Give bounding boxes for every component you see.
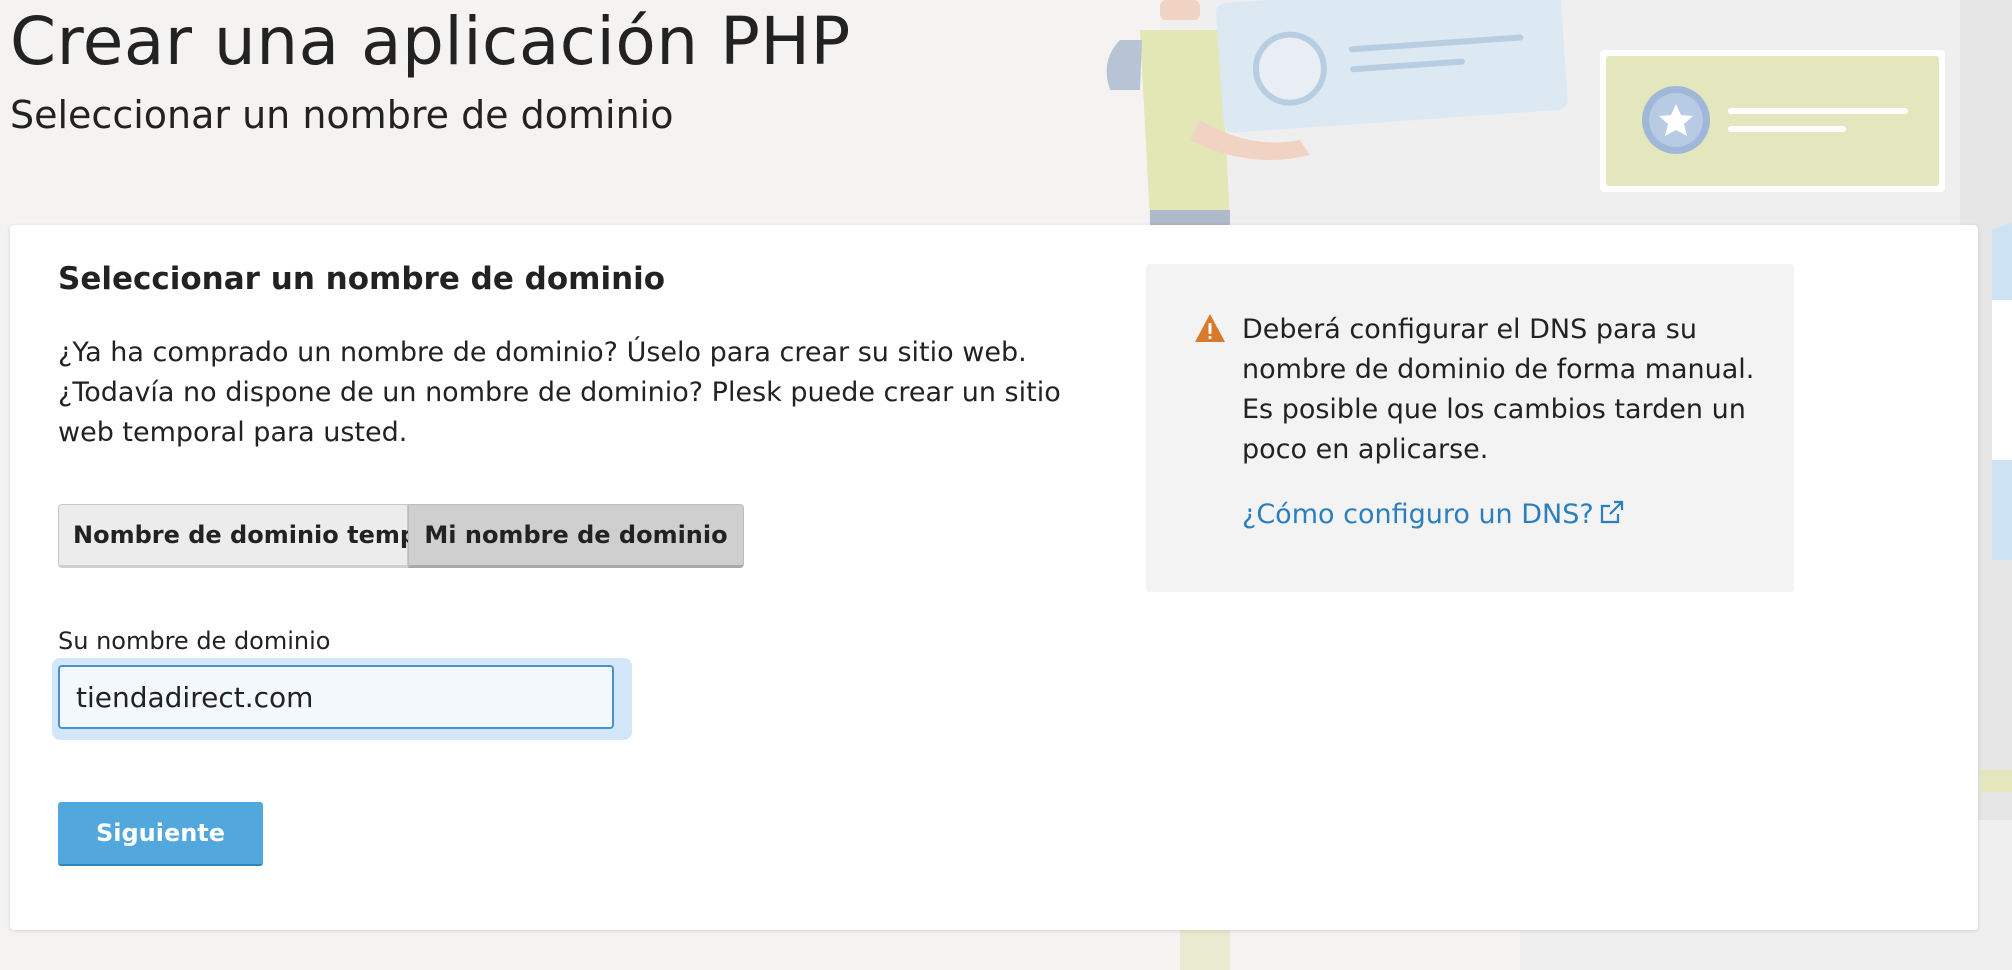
dns-help-link-label: ¿Cómo configuro un DNS? — [1242, 499, 1594, 530]
domain-field-label: Su nombre de dominio — [58, 627, 331, 655]
dns-info-box: Deberá configurar el DNS para su nombre … — [1146, 264, 1794, 592]
page-title: Crear una aplicación PHP — [10, 3, 851, 80]
dns-warning-text: Deberá configurar el DNS para su nombre … — [1242, 314, 1755, 465]
page: Crear una aplicación PHP Seleccionar un … — [0, 0, 2012, 970]
domain-name-input[interactable] — [58, 665, 614, 729]
domain-input-focus-ring — [52, 658, 632, 740]
domain-selection-card: Seleccionar un nombre de dominio ¿Ya ha … — [10, 225, 1978, 930]
card-title: Seleccionar un nombre de dominio — [58, 261, 666, 297]
external-link-icon — [1600, 500, 1623, 524]
dns-help-link[interactable]: ¿Cómo configuro un DNS? — [1242, 498, 1626, 530]
domain-type-selector: Nombre de dominio temporal Mi nombre de … — [58, 504, 744, 568]
page-subtitle: Seleccionar un nombre de dominio — [10, 93, 674, 137]
warning-icon — [1195, 314, 1225, 342]
temporary-domain-option[interactable]: Nombre de dominio temporal — [58, 504, 470, 568]
my-domain-option[interactable]: Mi nombre de dominio — [408, 504, 744, 568]
intro-text: ¿Ya ha comprado un nombre de dominio? Ús… — [58, 337, 1061, 448]
next-button[interactable]: Siguiente — [58, 802, 263, 866]
